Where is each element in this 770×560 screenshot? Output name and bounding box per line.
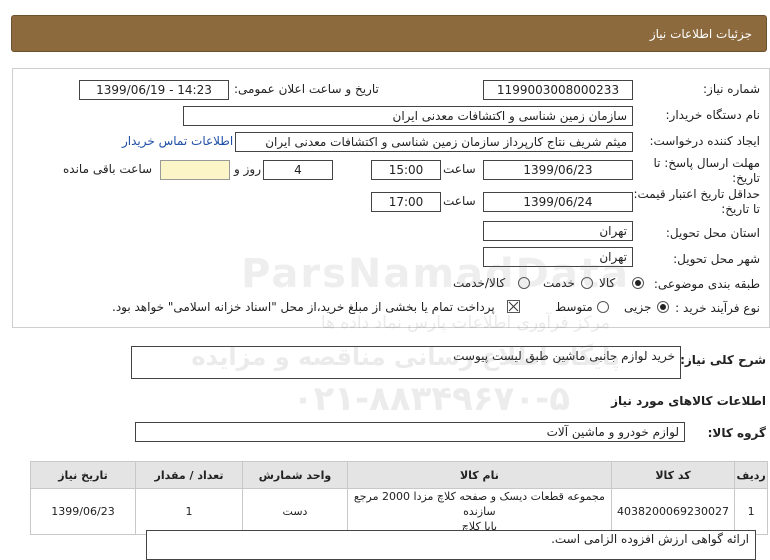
col-unit: واحد شمارش xyxy=(242,461,348,489)
treasury-checkbox[interactable] xyxy=(507,300,520,313)
cell-unit: دست xyxy=(242,488,348,535)
page-header: جزئیات اطلاعات نیاز xyxy=(11,15,767,52)
cell-code: 4038200069230027 xyxy=(610,488,736,535)
hours-remaining-field xyxy=(160,160,230,180)
validity-label-line2: تا تاریخ: xyxy=(721,202,760,216)
announce-date-field: 1399/06/19 - 14:23 xyxy=(79,80,229,100)
cell-date: 1399/06/23 xyxy=(30,488,136,535)
deadline-date-field: 1399/06/23 xyxy=(483,160,633,180)
watermark-phone: ۰۲۱-۸۸۳۴۹۶۷۰-۵ xyxy=(292,379,570,419)
items-table: ردیف کد کالا نام کالا واحد شمارش تعداد /… xyxy=(30,461,768,535)
need-number-field: 1199003008000233 xyxy=(483,80,633,100)
cell-name-line1: مجموعه قطعات دیسک و صفحه کلاچ مزدا 2000 … xyxy=(353,490,605,518)
category-label: طبقه بندی موضوعی: xyxy=(653,277,760,291)
page-title: جزئیات اطلاعات نیاز xyxy=(649,27,752,41)
requester-label: ایجاد کننده درخواست: xyxy=(649,134,760,148)
deadline-label-line1: مهلت ارسال پاسخ: تا xyxy=(653,156,760,170)
col-name: نام کالا xyxy=(346,461,612,489)
process-radio-partial[interactable] xyxy=(657,301,669,313)
deadline-time-field: 15:00 xyxy=(371,160,441,180)
table-row: 1 4038200069230027 مجموعه قطعات دیسک و ص… xyxy=(30,488,768,535)
hours-remaining-label: ساعت باقی مانده xyxy=(63,162,153,176)
category-option-goods-service: کالا/خدمت xyxy=(453,276,506,290)
requester-field: میثم شریف نتاج کارپرداز سازمان زمین شناس… xyxy=(235,132,633,152)
goods-group-label: گروه کالا: xyxy=(707,426,766,440)
announce-date-label: تاریخ و ساعت اعلان عمومی: xyxy=(234,82,379,96)
category-option-goods: کالا xyxy=(599,276,616,290)
need-number-label: شماره نیاز: xyxy=(703,82,760,96)
items-table-header: ردیف کد کالا نام کالا واحد شمارش تعداد /… xyxy=(30,461,768,489)
process-label: نوع فرآیند خرید : xyxy=(675,301,760,315)
deadline-time-label: ساعت xyxy=(443,162,476,176)
cell-row: 1 xyxy=(734,488,768,535)
buyer-org-label: نام دستگاه خریدار: xyxy=(665,108,761,122)
description-label: شرح کلی نیاز: xyxy=(680,353,766,367)
col-qty: تعداد / مقدار xyxy=(135,461,243,489)
city-label: شهر محل تحویل: xyxy=(673,252,760,266)
validity-time-field: 17:00 xyxy=(371,192,441,212)
province-label: استان محل تحویل: xyxy=(665,226,760,240)
col-code: کد کالا xyxy=(610,461,736,489)
buyer-contact-link[interactable]: اطلاعات تماس خریدار xyxy=(122,134,233,148)
check-cross-icon xyxy=(508,301,519,312)
validity-time-label: ساعت xyxy=(443,194,476,208)
col-row: ردیف xyxy=(734,461,768,489)
category-radio-goods[interactable] xyxy=(632,277,644,289)
goods-info-title: اطلاعات کالاهای مورد نیاز xyxy=(611,394,766,408)
process-option-partial: جزیی xyxy=(624,300,652,314)
validity-date-field: 1399/06/24 xyxy=(483,192,633,212)
category-radio-goods-service[interactable] xyxy=(518,277,530,289)
treasury-note: پرداخت تمام یا بخشی از مبلغ خرید،از محل … xyxy=(112,300,495,314)
cell-qty: 1 xyxy=(135,488,243,535)
goods-group-field: لوازم خودرو و ماشین آلات xyxy=(135,422,685,442)
category-radio-service[interactable] xyxy=(581,277,593,289)
validity-label-line1: حداقل تاریخ اعتبار قیمت: xyxy=(633,187,760,201)
days-label: روز و xyxy=(234,162,261,176)
buyer-org-field: سازمان زمین شناسی و اکتشافات معدنی ایران xyxy=(183,106,633,126)
category-option-service: خدمت xyxy=(543,276,575,290)
notes-box: ارائه گواهی ارزش افزوده الزامی است. xyxy=(146,530,756,560)
notes-line1: ارائه گواهی ارزش افزوده الزامی است. xyxy=(551,532,749,546)
deadline-label-line2: تاریخ: xyxy=(732,171,760,185)
days-remaining-field: 4 xyxy=(263,160,333,180)
process-option-medium: متوسط xyxy=(555,300,593,314)
description-field: خرید لوازم جانبی ماشین طبق لیست پیوست xyxy=(131,346,681,379)
cell-name: مجموعه قطعات دیسک و صفحه کلاچ مزدا 2000 … xyxy=(346,488,612,535)
process-radio-medium[interactable] xyxy=(597,301,609,313)
col-date: تاریخ نیاز xyxy=(30,461,136,489)
province-field: تهران xyxy=(483,221,633,241)
city-field: تهران xyxy=(483,247,633,267)
